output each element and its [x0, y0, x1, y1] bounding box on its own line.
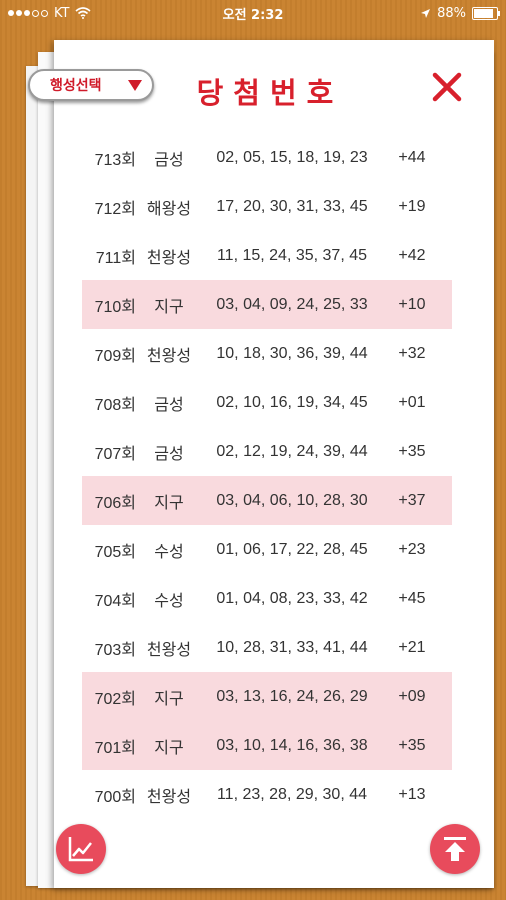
result-row: 705회 수성 01, 06, 17, 22, 28, 45 +23 — [82, 525, 452, 574]
bonus-number: +10 — [398, 295, 426, 313]
clock: 오전 2:32 — [222, 7, 284, 23]
bonus-number: +35 — [398, 442, 426, 460]
result-row: 707회 금성 02, 12, 19, 24, 39, 44 +35 — [82, 427, 452, 476]
bonus-number: +32 — [398, 344, 426, 362]
round-number: 713회 — [94, 151, 136, 169]
winning-numbers: 11, 15, 24, 35, 37, 45 — [216, 246, 368, 264]
result-row: 700회 천왕성 11, 23, 28, 29, 30, 44 +13 — [82, 770, 452, 819]
winning-numbers: 02, 10, 16, 19, 34, 45 — [216, 393, 368, 411]
bonus-number: +45 — [398, 589, 426, 607]
page-title: 당첨번호 — [196, 76, 344, 110]
planet-name: 금성 — [154, 445, 184, 463]
bonus-number: +44 — [398, 148, 426, 166]
round-number: 704회 — [94, 592, 136, 610]
bonus-number: +21 — [398, 638, 426, 656]
bonus-number: +09 — [398, 687, 426, 705]
result-row: 711회 천왕성 11, 15, 24, 35, 37, 45 +42 — [82, 231, 452, 280]
status-bar: KT 오전 2:32 88% — [0, 0, 506, 26]
carrier-label: KT — [54, 5, 70, 21]
planet-name: 천왕성 — [146, 249, 192, 267]
line-chart-icon — [68, 837, 93, 862]
chart-button[interactable] — [56, 824, 106, 874]
bonus-number: +42 — [398, 246, 426, 264]
result-row: 712회 해왕성 17, 20, 30, 31, 33, 45 +19 — [82, 182, 452, 231]
planet-select-label: 행성선택 — [50, 78, 102, 94]
planet-name: 수성 — [154, 592, 184, 610]
result-row: 708회 금성 02, 10, 16, 19, 34, 45 +01 — [82, 378, 452, 427]
winning-numbers: 11, 23, 28, 29, 30, 44 — [216, 785, 368, 803]
scroll-top-arrow-icon — [444, 837, 466, 861]
round-number: 702회 — [94, 690, 136, 708]
round-number: 710회 — [94, 298, 136, 316]
planet-name: 지구 — [154, 739, 184, 757]
close-button[interactable] — [432, 72, 462, 102]
bonus-number: +23 — [398, 540, 426, 558]
winning-numbers: 01, 04, 08, 23, 33, 42 — [216, 589, 368, 607]
bonus-number: +13 — [398, 785, 426, 803]
round-number: 706회 — [94, 494, 136, 512]
planet-name: 지구 — [154, 494, 184, 512]
winning-numbers: 10, 28, 31, 33, 41, 44 — [216, 638, 368, 656]
round-number: 703회 — [94, 641, 136, 659]
planet-name: 금성 — [154, 396, 184, 414]
result-row: 701회 지구 03, 10, 14, 16, 36, 38 +35 — [82, 721, 452, 770]
result-row: 710회 지구 03, 04, 09, 24, 25, 33 +10 — [82, 280, 452, 329]
round-number: 712회 — [94, 200, 136, 218]
planet-select-dropdown[interactable]: 행성선택 — [28, 69, 154, 101]
planet-name: 수성 — [154, 543, 184, 561]
planet-name: 금성 — [154, 151, 184, 169]
battery-icon — [472, 6, 500, 20]
planet-name: 해왕성 — [146, 200, 192, 218]
winning-numbers: 01, 06, 17, 22, 28, 45 — [216, 540, 368, 558]
round-number: 707회 — [94, 445, 136, 463]
result-row: 704회 수성 01, 04, 08, 23, 33, 42 +45 — [82, 574, 452, 623]
bonus-number: +19 — [398, 197, 426, 215]
winning-numbers: 03, 13, 16, 24, 26, 29 — [216, 687, 368, 705]
planet-name: 천왕성 — [146, 788, 192, 806]
result-row: 702회 지구 03, 13, 16, 24, 26, 29 +09 — [82, 672, 452, 721]
round-number: 701회 — [94, 739, 136, 757]
scroll-to-top-button[interactable] — [430, 824, 480, 874]
winning-numbers: 03, 10, 14, 16, 36, 38 — [216, 736, 368, 754]
round-number: 705회 — [94, 543, 136, 561]
round-number: 709회 — [94, 347, 136, 365]
planet-name: 지구 — [154, 690, 184, 708]
round-number: 711회 — [95, 249, 136, 267]
bonus-number: +01 — [398, 393, 426, 411]
status-left: KT — [8, 6, 91, 21]
round-number: 700회 — [94, 788, 136, 806]
winning-numbers: 17, 20, 30, 31, 33, 45 — [216, 197, 368, 215]
planet-name: 천왕성 — [146, 641, 192, 659]
planet-name: 천왕성 — [146, 347, 192, 365]
bonus-number: +35 — [398, 736, 426, 754]
bonus-number: +37 — [398, 491, 426, 509]
result-row: 709회 천왕성 10, 18, 30, 36, 39, 44 +32 — [82, 329, 452, 378]
planet-name: 지구 — [154, 298, 184, 316]
result-row: 713회 금성 02, 05, 15, 18, 19, 23 +44 — [82, 133, 452, 182]
winning-numbers: 10, 18, 30, 36, 39, 44 — [216, 344, 368, 362]
battery-percent: 88% — [437, 5, 466, 21]
result-row: 706회 지구 03, 04, 06, 10, 28, 30 +37 — [82, 476, 452, 525]
wifi-icon — [75, 7, 91, 19]
winning-numbers: 03, 04, 06, 10, 28, 30 — [216, 491, 368, 509]
result-row: 703회 천왕성 10, 28, 31, 33, 41, 44 +21 — [82, 623, 452, 672]
signal-icon — [8, 9, 48, 17]
close-icon — [432, 72, 462, 102]
winning-numbers: 02, 05, 15, 18, 19, 23 — [216, 148, 368, 166]
location-arrow-icon — [421, 8, 431, 18]
status-right: 88% — [420, 5, 500, 21]
round-number: 708회 — [94, 396, 136, 414]
winning-numbers: 02, 12, 19, 24, 39, 44 — [216, 442, 368, 460]
dropdown-triangle-icon — [128, 79, 142, 91]
winning-numbers: 03, 04, 09, 24, 25, 33 — [216, 295, 368, 313]
winning-numbers-list: 713회 금성 02, 05, 15, 18, 19, 23 +44 712회 해왕성 17… — [82, 133, 452, 819]
